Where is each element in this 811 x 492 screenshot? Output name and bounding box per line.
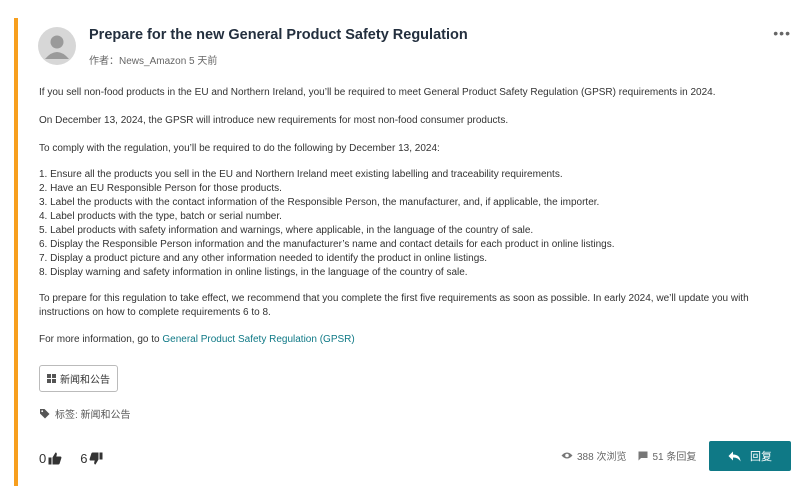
post-stats: 388 次浏览 51 条回复 (561, 448, 696, 463)
reply-icon (728, 451, 741, 461)
list-item: 2. Have an EU Responsible Person for tho… (39, 183, 282, 194)
paragraph-intro: If you sell non-food products in the EU … (39, 87, 716, 98)
list-item: 4. Label products with the type, batch o… (39, 211, 282, 222)
requirements-list: 1. Ensure all the products you sell in t… (39, 168, 615, 280)
user-icon (45, 35, 69, 59)
post-title[interactable]: Prepare for the new General Product Safe… (89, 27, 468, 43)
replies-stat: 51 条回复 (638, 448, 696, 463)
thumbs-up-icon[interactable] (48, 452, 62, 465)
paragraph-more-info: For more information, go to General Prod… (39, 333, 355, 347)
thumbs-down-icon[interactable] (89, 452, 103, 465)
list-item: 1. Ensure all the products you sell in t… (39, 169, 563, 180)
views-count: 388 次浏览 (577, 452, 627, 463)
eye-icon (561, 452, 573, 459)
upvote-count: 0 (39, 451, 47, 466)
tag-icon (40, 409, 50, 419)
board-button-label: 新闻和公告 (60, 375, 110, 386)
board-button[interactable]: 新闻和公告 (39, 365, 118, 392)
comment-icon (638, 451, 648, 460)
gpsr-link[interactable]: General Product Safety Regulation (GPSR) (162, 334, 354, 345)
paragraph-comply: To comply with the regulation, you’ll be… (39, 143, 440, 154)
list-item: 7. Display a product picture and any oth… (39, 253, 488, 264)
post-card: Prepare for the new General Product Safe… (14, 18, 805, 486)
labels-row: 标签: 新闻和公告 (39, 406, 131, 421)
more-options-button[interactable]: ••• (773, 25, 791, 41)
labels-text[interactable]: 标签: 新闻和公告 (55, 406, 131, 421)
list-item: 8. Display warning and safety informatio… (39, 267, 468, 278)
more-info-text: For more information, go to (39, 334, 163, 345)
replies-count: 51 条回复 (652, 452, 697, 463)
paragraph-date: On December 13, 2024, the GPSR will intr… (39, 115, 509, 126)
list-item: 3. Label the products with the contact i… (39, 197, 600, 208)
list-item: 6. Display the Responsible Person inform… (39, 239, 615, 250)
grid-icon (47, 374, 56, 383)
avatar[interactable] (38, 27, 76, 65)
post-meta: 作者：News_Amazon 5 天前 (89, 56, 218, 67)
vote-bar: 0 6 (39, 451, 103, 466)
views-stat: 388 次浏览 (561, 448, 626, 463)
downvote-count: 6 (80, 451, 88, 466)
reply-button[interactable]: 回复 (709, 441, 791, 471)
list-item: 5. Label products with safety informatio… (39, 225, 534, 236)
reply-label: 回复 (750, 451, 772, 463)
paragraph-prepare: To prepare for this regulation to take e… (39, 293, 749, 318)
